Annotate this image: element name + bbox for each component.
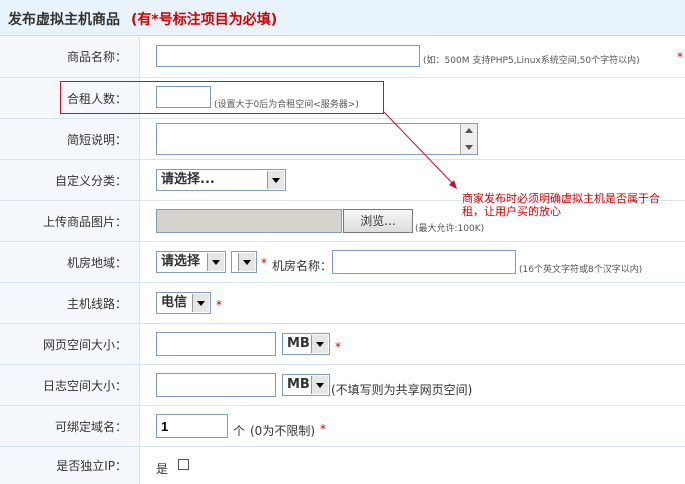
arrow-line (383, 111, 457, 188)
annotation-text: 商家发布时必须明确虚拟主机是否属于合租，让用户买的放心 (462, 192, 660, 218)
annotation-arrow (383, 111, 457, 189)
